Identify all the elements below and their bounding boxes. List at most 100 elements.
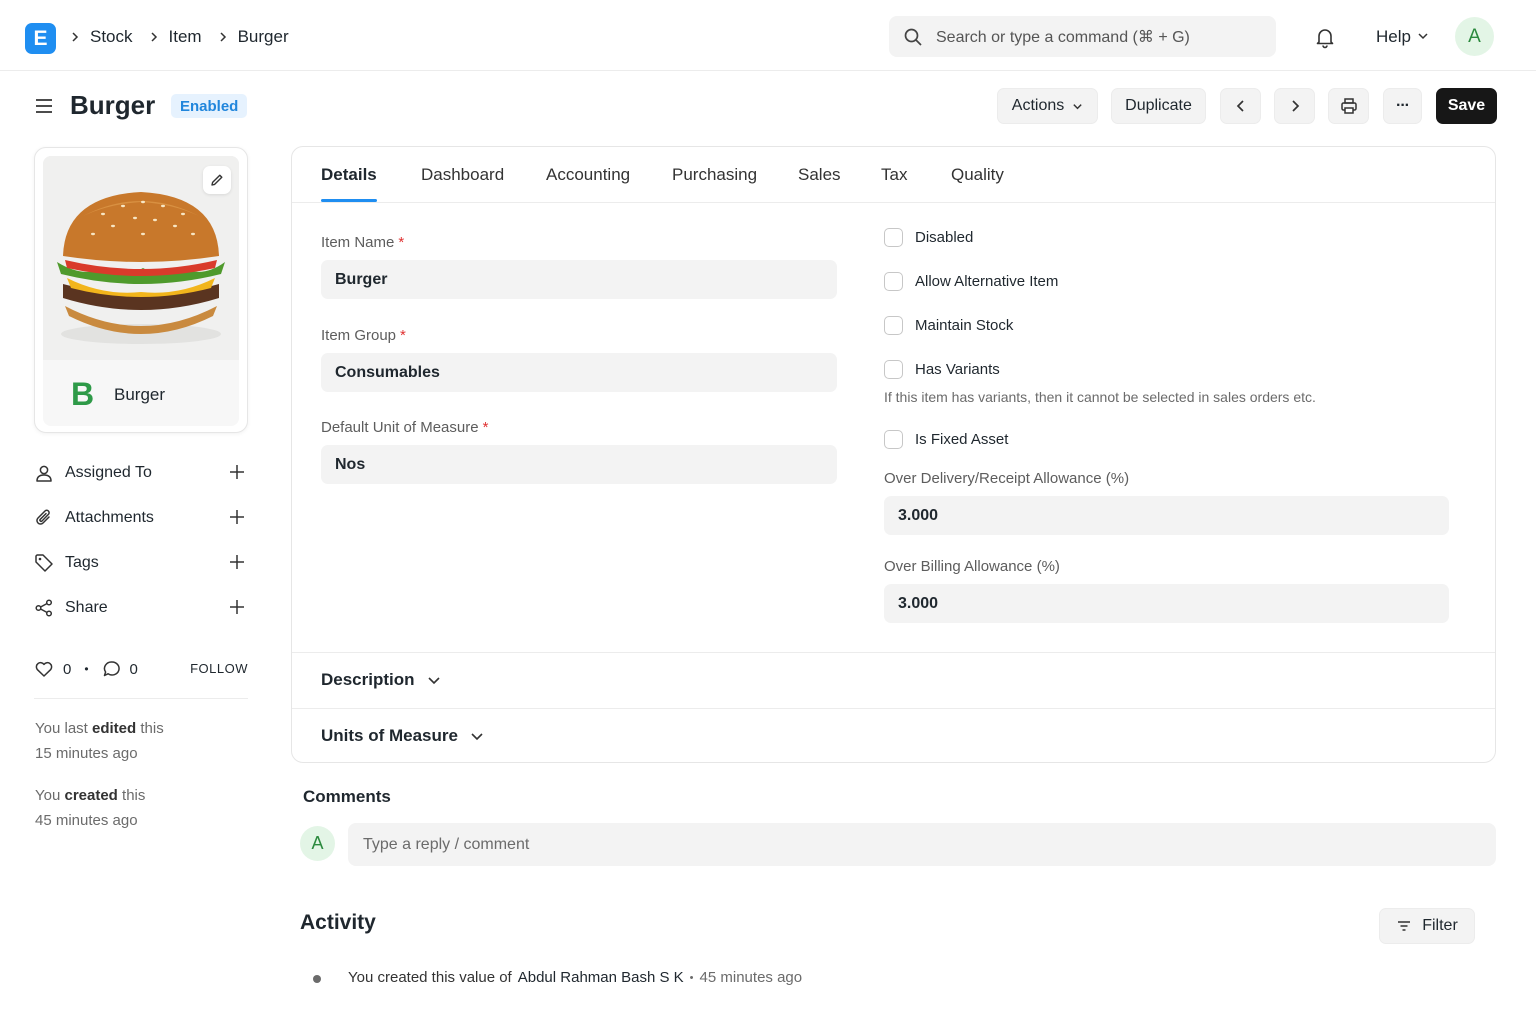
description-section[interactable]: Description [292,652,1495,708]
fixed-asset-checkbox[interactable] [884,430,903,449]
breadcrumb-item[interactable]: Item [169,27,202,47]
next-button[interactable] [1274,88,1315,124]
has-variants-checkbox[interactable] [884,360,903,379]
activity-user[interactable]: Abdul Rahman Bash S K [518,969,684,986]
item-name-field[interactable]: Burger [321,260,837,299]
item-group-label: Item Group * [321,327,406,344]
item-name-label: Item Name * [321,234,404,251]
duplicate-button[interactable]: Duplicate [1111,88,1206,124]
maintain-stock-label: Maintain Stock [915,317,1014,334]
item-image-frame: B Burger [43,156,239,426]
created-time: 45 minutes ago [35,812,138,829]
allow-alternative-checkbox[interactable] [884,272,903,291]
share-icon [34,598,54,618]
over-billing-field[interactable]: 3.000 [884,584,1449,623]
sidebar-item-attachments[interactable]: Attachments [34,506,248,530]
user-avatar[interactable]: A [1455,17,1494,56]
dot-separator: • [84,662,89,676]
variants-help-text: If this item has variants, then it canno… [884,389,1316,405]
search-input[interactable]: Search or type a command (⌘ + G) [889,16,1276,57]
tab-bar: Details Dashboard Accounting Purchasing … [292,147,1495,203]
activity-heading: Activity [300,911,376,934]
tab-details[interactable]: Details [321,165,377,185]
plus-icon[interactable] [228,598,246,616]
tab-tax[interactable]: Tax [881,165,907,185]
edited-suffix: this [136,720,164,737]
comment-input[interactable]: Type a reply / comment [348,823,1496,866]
filter-button[interactable]: Filter [1379,908,1475,944]
search-placeholder: Search or type a command (⌘ + G) [936,28,1190,46]
sidebar-item-share[interactable]: Share [34,596,248,620]
chevron-right-icon [1288,99,1302,113]
printer-icon [1340,97,1358,115]
page-title: Burger [70,90,156,120]
chevron-left-icon [1234,99,1248,113]
sidebar-item-label: Tags [65,554,99,571]
sidebar-item-tags[interactable]: Tags [34,551,248,575]
timeline-dot [313,975,321,983]
created-prefix: You [35,787,65,804]
section-label: Units of Measure [321,726,458,745]
menu-icon[interactable] [35,98,53,114]
over-billing-label: Over Billing Allowance (%) [884,558,1060,575]
chevron-down-icon [427,673,441,687]
comments-heading: Comments [303,787,391,806]
bell-icon[interactable] [1313,25,1337,49]
save-button[interactable]: Save [1436,88,1497,124]
over-delivery-label: Over Delivery/Receipt Allowance (%) [884,470,1130,487]
section-label: Description [321,670,415,689]
tab-purchasing[interactable]: Purchasing [672,165,757,185]
print-button[interactable] [1328,88,1369,124]
actions-button[interactable]: Actions [997,88,1098,124]
activity-time: 45 minutes ago [699,969,803,986]
engagement-row: 0 • 0 FOLLOW [34,659,248,679]
created-word: created [64,787,118,804]
plus-icon[interactable] [228,553,246,571]
heart-icon[interactable] [34,659,54,679]
sidebar-item-assigned-to[interactable]: Assigned To [34,461,248,485]
active-tab-indicator [321,199,377,202]
sidebar-item-label: Attachments [65,509,154,526]
tab-sales[interactable]: Sales [798,165,841,185]
required-mark: * [482,419,489,436]
units-of-measure-section[interactable]: Units of Measure [292,708,1495,764]
actions-label: Actions [1011,97,1065,114]
tag-icon [34,553,54,573]
follow-button[interactable]: FOLLOW [190,661,248,676]
likes-count: 0 [63,660,72,678]
sidebar-item-label: Assigned To [65,464,152,481]
search-icon [903,27,923,47]
user-icon [34,463,54,483]
previous-button[interactable] [1220,88,1261,124]
help-menu[interactable]: Help [1376,27,1429,47]
pencil-icon [210,173,224,187]
edited-word: edited [92,720,137,737]
image-caption: Burger [114,385,166,404]
item-group-field[interactable]: Consumables [321,353,837,392]
app-logo[interactable]: E [25,23,56,54]
help-label: Help [1376,27,1411,46]
tab-quality[interactable]: Quality [951,165,1004,185]
required-mark: * [398,234,405,251]
activity-text: You created this value of [348,969,512,986]
maintain-stock-checkbox[interactable] [884,316,903,335]
breadcrumb-burger[interactable]: Burger [238,27,289,47]
disabled-checkbox[interactable] [884,228,903,247]
tab-dashboard[interactable]: Dashboard [421,165,504,185]
fixed-asset-label: Is Fixed Asset [915,431,1009,448]
over-delivery-field[interactable]: 3.000 [884,496,1449,535]
uom-field[interactable]: Nos [321,445,837,484]
save-label: Save [1447,97,1486,114]
sidebar-item-label: Share [65,599,108,616]
uom-section-title: Units of Measure [321,726,484,746]
plus-icon[interactable] [228,508,246,526]
comments-count: 0 [129,660,138,678]
status-badge: Enabled [171,94,248,118]
more-options-button[interactable]: ··· [1383,88,1422,124]
edit-image-button[interactable] [203,166,231,194]
comment-icon[interactable] [102,659,122,679]
breadcrumb-stock[interactable]: Stock [90,27,133,47]
plus-icon[interactable] [228,463,246,481]
chevron-down-icon [1072,101,1083,112]
tab-accounting[interactable]: Accounting [546,165,630,185]
